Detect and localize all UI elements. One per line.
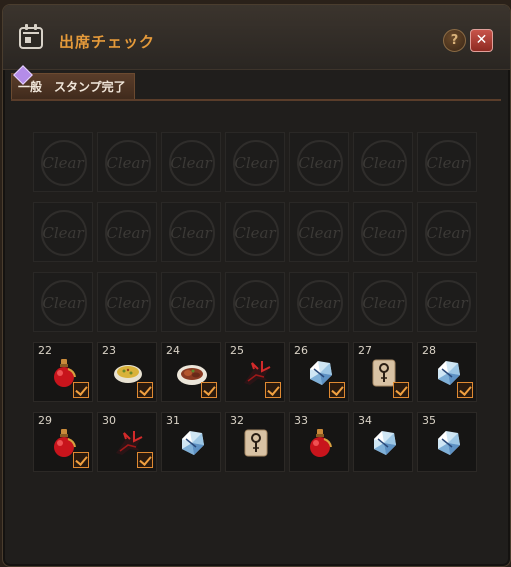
- attendance-cell-day-22[interactable]: 22: [33, 342, 93, 402]
- attendance-cell-day-25[interactable]: 25: [225, 342, 285, 402]
- day-number: 33: [294, 414, 308, 427]
- window-title: 出席チェック: [59, 33, 156, 51]
- clear-label: Clear: [42, 154, 84, 172]
- attendance-cell-day-34[interactable]: 34: [353, 412, 413, 472]
- checkmark-icon: [73, 382, 89, 398]
- attendance-cell-cleared[interactable]: Clear: [225, 272, 285, 332]
- tab-general[interactable]: 一般 スタンプ完了: [11, 65, 135, 100]
- attendance-cell-day-32[interactable]: 32: [225, 412, 285, 472]
- clear-label: Clear: [362, 224, 404, 242]
- clear-label: Clear: [42, 294, 84, 312]
- attendance-cell-cleared[interactable]: Clear: [353, 202, 413, 262]
- day-number: 30: [102, 414, 116, 427]
- clear-label: Clear: [234, 294, 276, 312]
- attendance-cell-cleared[interactable]: Clear: [97, 132, 157, 192]
- day-number: 23: [102, 344, 116, 357]
- clear-label: Clear: [362, 154, 404, 172]
- clear-label: Clear: [106, 224, 148, 242]
- attendance-cell-cleared[interactable]: Clear: [33, 202, 93, 262]
- day-number: 34: [358, 414, 372, 427]
- crystal-icon: [176, 427, 208, 459]
- attendance-cell-cleared[interactable]: Clear: [289, 202, 349, 262]
- day-number: 35: [422, 414, 436, 427]
- close-button[interactable]: ✕: [470, 29, 493, 52]
- clear-label: Clear: [106, 154, 148, 172]
- clear-label: Clear: [170, 294, 212, 312]
- attendance-cell-day-30[interactable]: 30: [97, 412, 157, 472]
- attendance-cell-day-35[interactable]: 35: [417, 412, 477, 472]
- clear-label: Clear: [298, 154, 340, 172]
- crystal-icon: [368, 427, 400, 459]
- attendance-cell-day-31[interactable]: 31: [161, 412, 221, 472]
- clear-label: Clear: [42, 224, 84, 242]
- checkmark-icon: [265, 382, 281, 398]
- checkmark-icon: [201, 382, 217, 398]
- day-number: 22: [38, 344, 52, 357]
- attendance-cell-day-28[interactable]: 28: [417, 342, 477, 402]
- attendance-window: 出席チェック ? ✕ 一般 スタンプ完了 Clear Clear Clear Clea…: [2, 4, 511, 567]
- scroll-icon: [240, 427, 272, 459]
- attendance-cell-cleared[interactable]: Clear: [417, 272, 477, 332]
- attendance-cell-day-29[interactable]: 29: [33, 412, 93, 472]
- day-number: 29: [38, 414, 52, 427]
- attendance-cell-cleared[interactable]: Clear: [33, 132, 93, 192]
- clear-label: Clear: [298, 294, 340, 312]
- attendance-cell-cleared[interactable]: Clear: [289, 132, 349, 192]
- attendance-cell-day-26[interactable]: 26: [289, 342, 349, 402]
- clear-label: Clear: [426, 154, 468, 172]
- clear-label: Clear: [170, 224, 212, 242]
- red-potion-icon: [304, 427, 336, 459]
- day-number: 31: [166, 414, 180, 427]
- tab-divider: [11, 99, 501, 101]
- checkmark-icon: [73, 452, 89, 468]
- title-bar[interactable]: 出席チェック ? ✕: [3, 5, 510, 70]
- attendance-grid: Clear Clear Clear Clear Clear Clear Clear Clear…: [33, 132, 477, 472]
- day-number: 28: [422, 344, 436, 357]
- day-number: 27: [358, 344, 372, 357]
- attendance-cell-cleared[interactable]: Clear: [97, 272, 157, 332]
- help-button[interactable]: ?: [443, 29, 466, 52]
- clear-label: Clear: [170, 154, 212, 172]
- checkmark-icon: [329, 382, 345, 398]
- clear-label: Clear: [362, 294, 404, 312]
- attendance-cell-day-23[interactable]: 23: [97, 342, 157, 402]
- attendance-cell-day-33[interactable]: 33: [289, 412, 349, 472]
- checkmark-icon: [393, 382, 409, 398]
- clear-label: Clear: [426, 224, 468, 242]
- day-number: 26: [294, 344, 308, 357]
- attendance-cell-day-24[interactable]: 24: [161, 342, 221, 402]
- attendance-cell-cleared[interactable]: Clear: [289, 272, 349, 332]
- checkmark-icon: [137, 382, 153, 398]
- tab-label-stamp-complete[interactable]: スタンプ完了: [54, 74, 126, 100]
- day-number: 32: [230, 414, 244, 427]
- attendance-cell-cleared[interactable]: Clear: [417, 202, 477, 262]
- attendance-cell-cleared[interactable]: Clear: [33, 272, 93, 332]
- attendance-cell-cleared[interactable]: Clear: [161, 272, 221, 332]
- attendance-cell-day-27[interactable]: 27: [353, 342, 413, 402]
- clear-label: Clear: [234, 224, 276, 242]
- attendance-cell-cleared[interactable]: Clear: [353, 272, 413, 332]
- clear-label: Clear: [106, 294, 148, 312]
- checkmark-icon: [137, 452, 153, 468]
- attendance-cell-cleared[interactable]: Clear: [417, 132, 477, 192]
- attendance-cell-cleared[interactable]: Clear: [225, 202, 285, 262]
- clear-label: Clear: [298, 224, 340, 242]
- clear-label: Clear: [234, 154, 276, 172]
- attendance-cell-cleared[interactable]: Clear: [97, 202, 157, 262]
- checkmark-icon: [457, 382, 473, 398]
- crystal-icon: [432, 427, 464, 459]
- clear-label: Clear: [426, 294, 468, 312]
- day-number: 25: [230, 344, 244, 357]
- day-number: 24: [166, 344, 180, 357]
- attendance-cell-cleared[interactable]: Clear: [161, 202, 221, 262]
- calendar-icon: [19, 24, 43, 49]
- attendance-cell-cleared[interactable]: Clear: [225, 132, 285, 192]
- attendance-cell-cleared[interactable]: Clear: [353, 132, 413, 192]
- attendance-cell-cleared[interactable]: Clear: [161, 132, 221, 192]
